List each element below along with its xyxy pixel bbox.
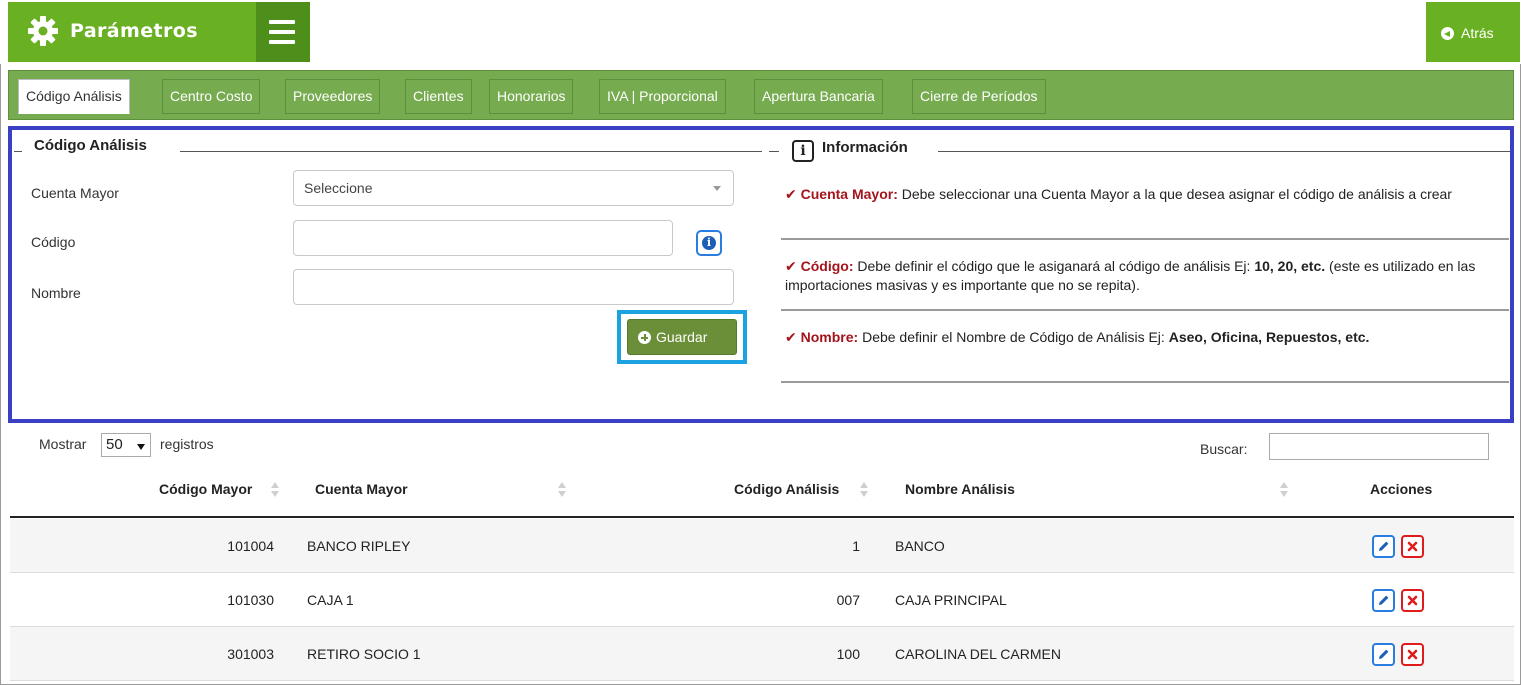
cuenta-mayor-select[interactable]: Seleccione <box>293 170 734 206</box>
check-icon: ✔ <box>785 186 797 202</box>
info-divider <box>781 238 1509 240</box>
fieldset-border <box>180 151 762 152</box>
chevron-down-icon <box>713 186 721 191</box>
table-row: 301003 RETIRO SOCIO 1 100 CAROLINA DEL C… <box>10 627 1514 681</box>
tab-apertura-bancaria[interactable]: Apertura Bancaria <box>754 79 883 114</box>
nombre-input[interactable] <box>293 269 734 305</box>
back-button[interactable]: Atrás <box>1426 2 1520 62</box>
cell-codigo-analisis: 007 <box>836 592 860 608</box>
col-acciones: Acciones <box>1370 481 1433 497</box>
chevron-down-icon <box>137 444 145 450</box>
hamburger-bar-icon <box>269 20 295 24</box>
tab-bar: Código Análisis Centro Costo Proveedores… <box>8 70 1514 120</box>
hamburger-bar-icon <box>269 40 295 44</box>
info-item-codigo: ✔ Código: Debe definir el código que le … <box>785 258 1476 293</box>
arrow-left-circle-icon <box>1441 27 1454 40</box>
cell-nombre-analisis: CAROLINA DEL CARMEN <box>895 646 1061 662</box>
info-legend: Información <box>818 139 912 156</box>
search-label: Buscar: <box>1200 441 1248 457</box>
fieldset-border <box>938 151 1510 152</box>
table-row: 101030 CAJA 1 007 CAJA PRINCIPAL <box>10 573 1514 627</box>
cell-codigo-analisis: 1 <box>852 538 860 554</box>
check-icon: ✔ <box>785 329 797 345</box>
top-bar: Parámetros Atrás <box>0 0 1521 64</box>
back-button-label: Atrás <box>1461 25 1494 41</box>
cell-codigo-mayor: 101004 <box>227 538 274 554</box>
hamburger-bar-icon <box>269 30 295 34</box>
tab-clientes[interactable]: Clientes <box>405 79 472 114</box>
info-item-nombre: ✔ Nombre: Debe definir el Nombre de Códi… <box>785 329 1370 345</box>
table-row: 101004 BANCO RIPLEY 1 BANCO <box>10 519 1514 573</box>
cell-cuenta-mayor: RETIRO SOCIO 1 <box>307 646 421 662</box>
tab-iva-proporcional[interactable]: IVA | Proporcional <box>599 79 726 114</box>
search-input[interactable] <box>1269 433 1489 460</box>
page-length-value: 50 <box>106 436 123 453</box>
table-header-border <box>10 516 1514 518</box>
form-legend: Código Análisis <box>30 137 151 154</box>
gear-icon <box>28 16 58 46</box>
cell-codigo-mayor: 101030 <box>227 592 274 608</box>
page-length-select[interactable]: 50 <box>101 433 151 457</box>
cuenta-mayor-label: Cuenta Mayor <box>31 185 119 201</box>
close-icon <box>1407 541 1418 552</box>
tab-centro-costo[interactable]: Centro Costo <box>162 79 261 114</box>
tab-codigo-analisis[interactable]: Código Análisis <box>18 79 130 114</box>
delete-button[interactable] <box>1401 643 1424 666</box>
page-title: Parámetros <box>70 20 198 42</box>
show-suffix-label: registros <box>160 436 214 452</box>
show-prefix-label: Mostrar <box>39 436 87 452</box>
tab-cierre-periodos[interactable]: Cierre de Períodos <box>912 79 1046 114</box>
codigo-analisis-panel: Código Análisis Cuenta Mayor Seleccione … <box>8 126 1514 423</box>
pencil-icon <box>1379 595 1389 605</box>
cell-cuenta-mayor: CAJA 1 <box>307 592 354 608</box>
info-icon: i <box>792 140 814 162</box>
close-icon <box>1407 649 1418 660</box>
delete-button[interactable] <box>1401 535 1424 558</box>
check-icon: ✔ <box>785 258 797 274</box>
info-icon: i <box>702 236 716 250</box>
col-nombre-analisis[interactable]: Nombre Análisis <box>905 481 1015 497</box>
fieldset-border <box>14 151 22 152</box>
brand-block: Parámetros <box>8 2 256 62</box>
sort-icon[interactable] <box>1280 482 1289 498</box>
edit-button[interactable] <box>1372 535 1395 558</box>
plus-circle-icon <box>638 331 651 344</box>
close-icon <box>1407 595 1418 606</box>
tab-honorarios[interactable]: Honorarios <box>489 79 574 114</box>
col-cuenta-mayor[interactable]: Cuenta Mayor <box>315 481 408 497</box>
col-codigo-mayor[interactable]: Código Mayor <box>159 481 252 497</box>
sort-icon[interactable] <box>860 482 869 498</box>
cuenta-mayor-selected: Seleccione <box>304 180 373 196</box>
cell-nombre-analisis: CAJA PRINCIPAL <box>895 592 1007 608</box>
codigo-input[interactable] <box>293 220 673 256</box>
save-button-highlight: Guardar <box>617 310 747 364</box>
edit-button[interactable] <box>1372 589 1395 612</box>
sort-icon[interactable] <box>271 482 280 498</box>
nombre-label: Nombre <box>31 285 81 301</box>
info-divider <box>781 381 1509 383</box>
hamburger-menu-button[interactable] <box>256 2 310 62</box>
save-button[interactable]: Guardar <box>627 319 737 355</box>
pencil-icon <box>1379 541 1389 551</box>
cell-cuenta-mayor: BANCO RIPLEY <box>307 538 411 554</box>
fieldset-border <box>769 151 779 152</box>
info-divider <box>781 309 1509 311</box>
pencil-icon <box>1379 649 1389 659</box>
tab-proveedores[interactable]: Proveedores <box>285 79 381 114</box>
save-button-label: Guardar <box>656 329 708 345</box>
col-codigo-analisis[interactable]: Código Análisis <box>734 481 839 497</box>
info-item-cuenta-mayor: ✔ Cuenta Mayor: Debe seleccionar una Cue… <box>785 186 1452 202</box>
codigo-label: Código <box>31 234 76 250</box>
cell-codigo-mayor: 301003 <box>227 646 274 662</box>
delete-button[interactable] <box>1401 589 1424 612</box>
sort-icon[interactable] <box>558 482 567 498</box>
edit-button[interactable] <box>1372 643 1395 666</box>
cell-codigo-analisis: 100 <box>836 646 860 662</box>
codigo-info-button[interactable]: i <box>696 230 722 256</box>
cell-nombre-analisis: BANCO <box>895 538 945 554</box>
